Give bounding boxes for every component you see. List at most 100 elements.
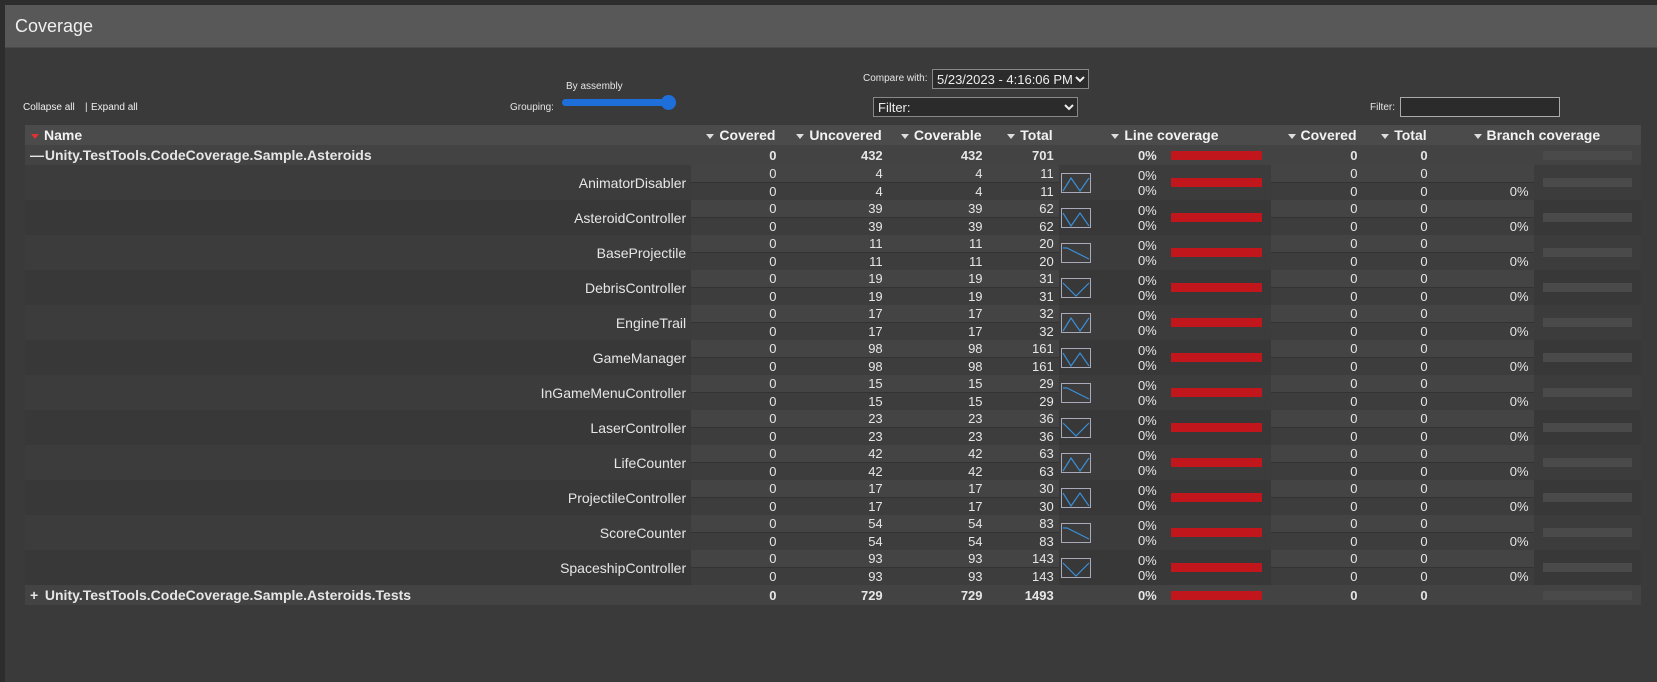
expand-all-link[interactable]: Expand all	[91, 102, 138, 113]
class-name[interactable]: LaserController	[25, 410, 692, 445]
line-pct-stack: 0% 0%	[1138, 343, 1157, 373]
class-row[interactable]: SpaceshipController 0 0 93 93 93 93 143 143 0% 0% 0…	[25, 550, 1641, 585]
coverage-bar	[1170, 388, 1263, 397]
class-name[interactable]: GameManager	[25, 340, 692, 375]
coverable-cell: 42 42	[887, 445, 988, 480]
branch-pct-cell: 0%	[1432, 515, 1534, 550]
line-coverage-cell: 0% 0%	[1058, 305, 1162, 340]
class-row[interactable]: LaserController 0 0 23 23 23 23 36 36 0% 0% 0 0 0 0 0%	[25, 410, 1641, 445]
column-header-name[interactable]: Name	[25, 125, 692, 145]
total-cell: 161 161	[987, 340, 1059, 375]
assembly-row[interactable]: — Unity.TestTools.CodeCoverage.Sample.As…	[25, 145, 1641, 165]
class-name[interactable]: DebrisController	[25, 270, 692, 305]
column-header-branch-covered[interactable]: Covered	[1271, 125, 1363, 145]
class-row[interactable]: InGameMenuController 0 0 15 15 15 15 29 29 0% 0% 0 0…	[25, 375, 1641, 410]
line-pct-current: 0%	[1137, 377, 1157, 393]
class-name[interactable]: ScoreCounter	[25, 515, 692, 550]
assembly-branch-total: 0	[1362, 585, 1433, 605]
branch-total-cell-previous: 0	[1362, 498, 1433, 515]
assembly-row[interactable]: + Unity.TestTools.CodeCoverage.Sample.As…	[25, 585, 1641, 605]
branch-pct-cell-stack: 0%	[1432, 515, 1534, 550]
class-name[interactable]: AnimatorDisabler	[25, 165, 692, 200]
class-row[interactable]: AnimatorDisabler 0 0 4 4 4 4 11 11 0% 0% 0 0 0 0 0%	[25, 165, 1641, 200]
class-row[interactable]: EngineTrail 0 0 17 17 17 17 32 32 0% 0% 0 0 0 0 0%	[25, 305, 1641, 340]
column-header-total[interactable]: Total	[987, 125, 1059, 145]
branch-bar-cell	[1533, 200, 1641, 235]
branch-covered-cell-stack: 00	[1271, 410, 1363, 445]
coverable-cell-current: 54	[887, 515, 988, 533]
filter-label: Filter:	[1370, 102, 1395, 113]
grouping-slider[interactable]	[562, 95, 676, 110]
collapse-all-link[interactable]: Collapse all	[23, 102, 75, 113]
branch-pct-cell-previous: 0%	[1432, 218, 1534, 235]
branch-covered-cell-previous: 0	[1271, 463, 1363, 480]
collapse-icon[interactable]: —	[30, 147, 44, 163]
class-name[interactable]: LifeCounter	[25, 445, 692, 480]
class-row[interactable]: LifeCounter 0 0 42 42 42 42 63 63 0% 0% 0 0 0 0 0%	[25, 445, 1641, 480]
branch-coverage-bar	[1542, 353, 1632, 362]
total-cell-stack: 32 32	[987, 305, 1059, 340]
class-row[interactable]: ProjectileController 0 0 17 17 17 17 30 30 0% 0% 0 0…	[25, 480, 1641, 515]
class-row[interactable]: ScoreCounter 0 0 54 54 54 54 83 83 0% 0% 0 0 0 0 0%	[25, 515, 1641, 550]
branch-pct-cell-previous: 0%	[1432, 393, 1534, 410]
class-name[interactable]: ProjectileController	[25, 480, 692, 515]
branch-coverage-bar	[1542, 283, 1632, 292]
uncovered-cell: 17 17	[781, 305, 888, 340]
coverable-cell-stack: 15 15	[887, 375, 988, 410]
table-body: — Unity.TestTools.CodeCoverage.Sample.As…	[25, 145, 1641, 605]
class-name[interactable]: AsteroidController	[25, 200, 692, 235]
coverage-bar	[1170, 423, 1263, 432]
line-bar-cell	[1161, 340, 1272, 375]
assembly-name-cell[interactable]: — Unity.TestTools.CodeCoverage.Sample.As…	[25, 145, 692, 165]
class-row[interactable]: DebrisController 0 0 19 19 19 19 31 31 0% 0% 0 0 0 0 0%	[25, 270, 1641, 305]
column-header-branch-total[interactable]: Total	[1362, 125, 1433, 145]
class-row[interactable]: GameManager 0 0 98 98 98 98 161 161 0% 0% 0 0 0 0 0%	[25, 340, 1641, 375]
branch-pct-cell-current	[1432, 200, 1534, 218]
class-name[interactable]: SpaceshipController	[25, 550, 692, 585]
covered-cell-stack: 00	[691, 410, 782, 445]
filter-input[interactable]	[1400, 97, 1560, 117]
grouping-slider-thumb[interactable]	[661, 95, 676, 110]
branch-pct-cell-previous: 0%	[1432, 428, 1534, 445]
class-row[interactable]: AsteroidController 0 0 39 39 39 39 62 62 0% 0% 0 0 0 0…	[25, 200, 1641, 235]
covered-cell-previous: 0	[691, 498, 782, 515]
column-header-coverable[interactable]: Coverable	[887, 125, 988, 145]
compare-select[interactable]: 5/23/2023 - 4:16:06 PM	[932, 69, 1089, 89]
column-header-covered[interactable]: Covered	[691, 125, 782, 145]
uncovered-cell: 11 11	[781, 235, 888, 270]
sort-arrow-icon	[1287, 133, 1296, 139]
assembly-name-cell[interactable]: + Unity.TestTools.CodeCoverage.Sample.As…	[25, 585, 692, 605]
class-name[interactable]: EngineTrail	[25, 305, 692, 340]
branch-covered-cell-stack: 00	[1271, 480, 1363, 515]
column-header-line-coverage[interactable]: Line coverage	[1058, 125, 1272, 145]
column-header-uncovered[interactable]: Uncovered	[781, 125, 888, 145]
class-name[interactable]: InGameMenuController	[25, 375, 692, 410]
total-cell-stack: 143 143	[987, 550, 1059, 585]
assembly-uncovered: 432	[781, 145, 888, 165]
column-header-branch-coverage[interactable]: Branch coverage	[1432, 125, 1641, 145]
branch-pct-cell-current	[1432, 375, 1534, 393]
coverable-cell-previous: 93	[887, 568, 988, 585]
branch-pct-cell: 0%	[1432, 165, 1534, 200]
total-cell-current: 29	[987, 375, 1059, 393]
line-coverage-wrap: 0% 0%	[1060, 553, 1157, 583]
branch-covered-cell-previous: 0	[1271, 323, 1363, 340]
branch-pct-cell: 0%	[1432, 550, 1534, 585]
uncovered-cell-previous: 11	[781, 253, 888, 270]
uncovered-cell-previous: 93	[781, 568, 888, 585]
filter-select[interactable]: Filter:	[873, 97, 1078, 117]
coverage-bar	[1170, 493, 1263, 502]
branch-covered-cell-current: 0	[1271, 515, 1363, 533]
coverable-cell-previous: 39	[887, 218, 988, 235]
branch-bar-cell	[1533, 340, 1641, 375]
branch-total-cell: 00	[1362, 445, 1433, 480]
branch-pct-cell: 0%	[1432, 410, 1534, 445]
class-row[interactable]: BaseProjectile 0 0 11 11 11 11 20 20 0% 0% 0 0 0 0 0%	[25, 235, 1641, 270]
class-name[interactable]: BaseProjectile	[25, 235, 692, 270]
branch-pct-cell-stack: 0%	[1432, 340, 1534, 375]
covered-cell-current: 0	[691, 200, 782, 218]
expand-icon[interactable]: +	[30, 587, 41, 603]
branch-coverage-bar	[1542, 318, 1632, 327]
coverable-cell-current: 11	[887, 235, 988, 253]
coverable-cell-previous: 54	[887, 533, 988, 550]
